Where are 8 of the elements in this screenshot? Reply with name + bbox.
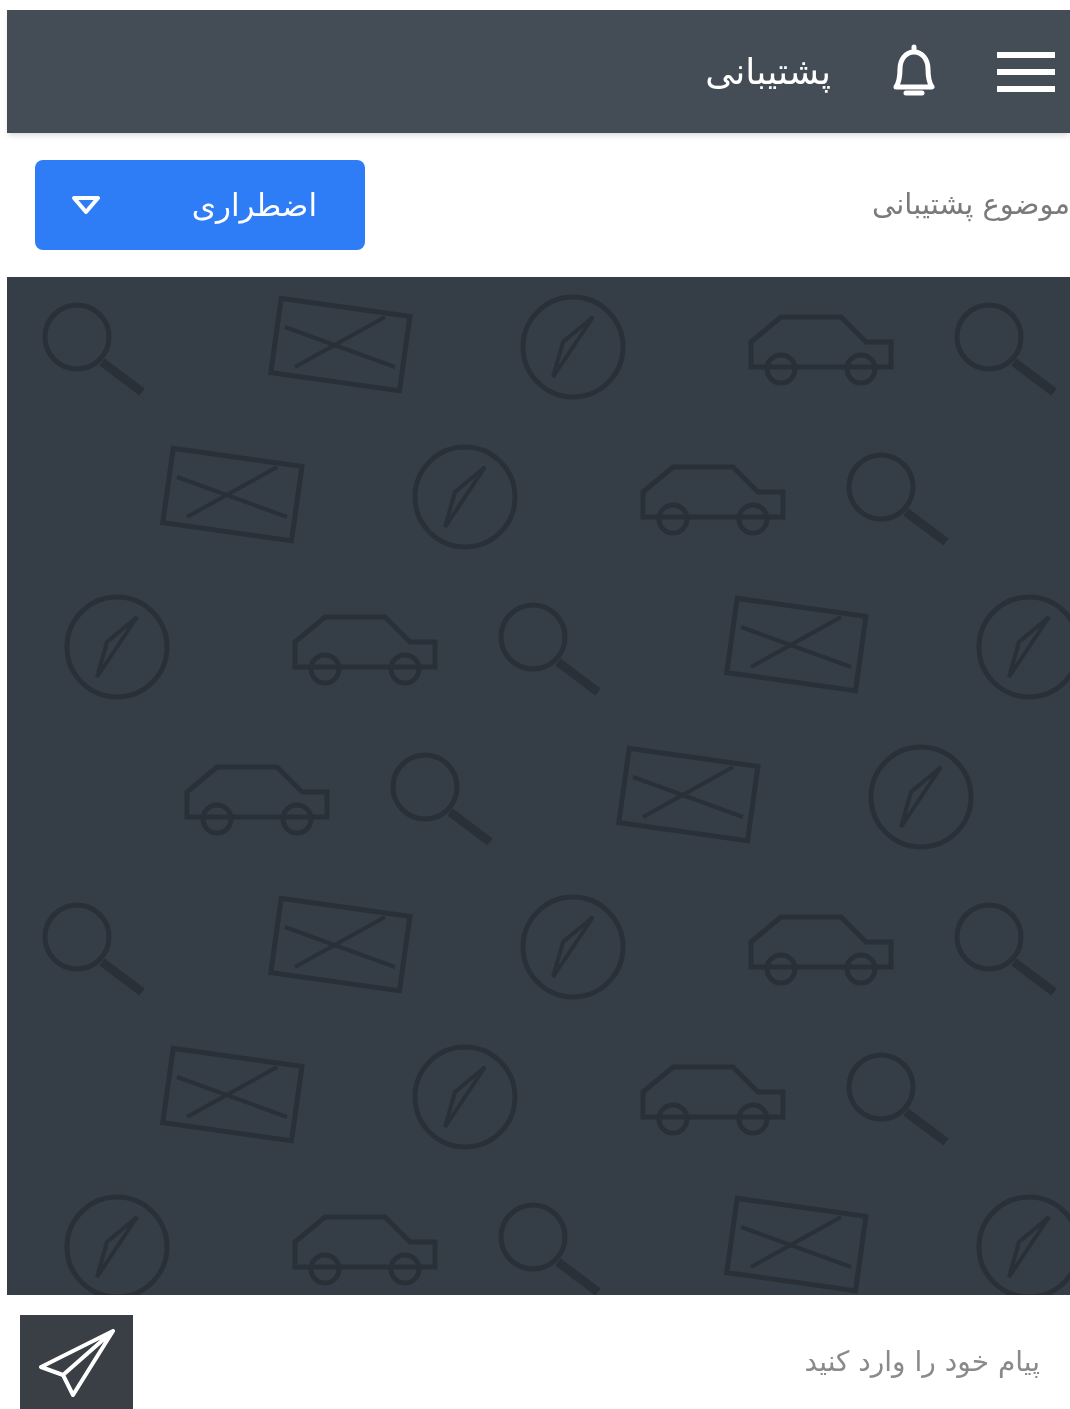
priority-dropdown[interactable]: اضطراری bbox=[35, 160, 365, 250]
page-title: پشتیبانی bbox=[705, 49, 831, 95]
message-input[interactable]: پیام خود را وارد کنید bbox=[340, 1341, 1040, 1383]
send-button[interactable] bbox=[20, 1315, 133, 1409]
caret-icon bbox=[71, 195, 101, 215]
menu-icon[interactable] bbox=[997, 49, 1055, 94]
send-icon bbox=[36, 1327, 117, 1397]
subject-label: موضوع پشتیبانی bbox=[872, 186, 1070, 224]
